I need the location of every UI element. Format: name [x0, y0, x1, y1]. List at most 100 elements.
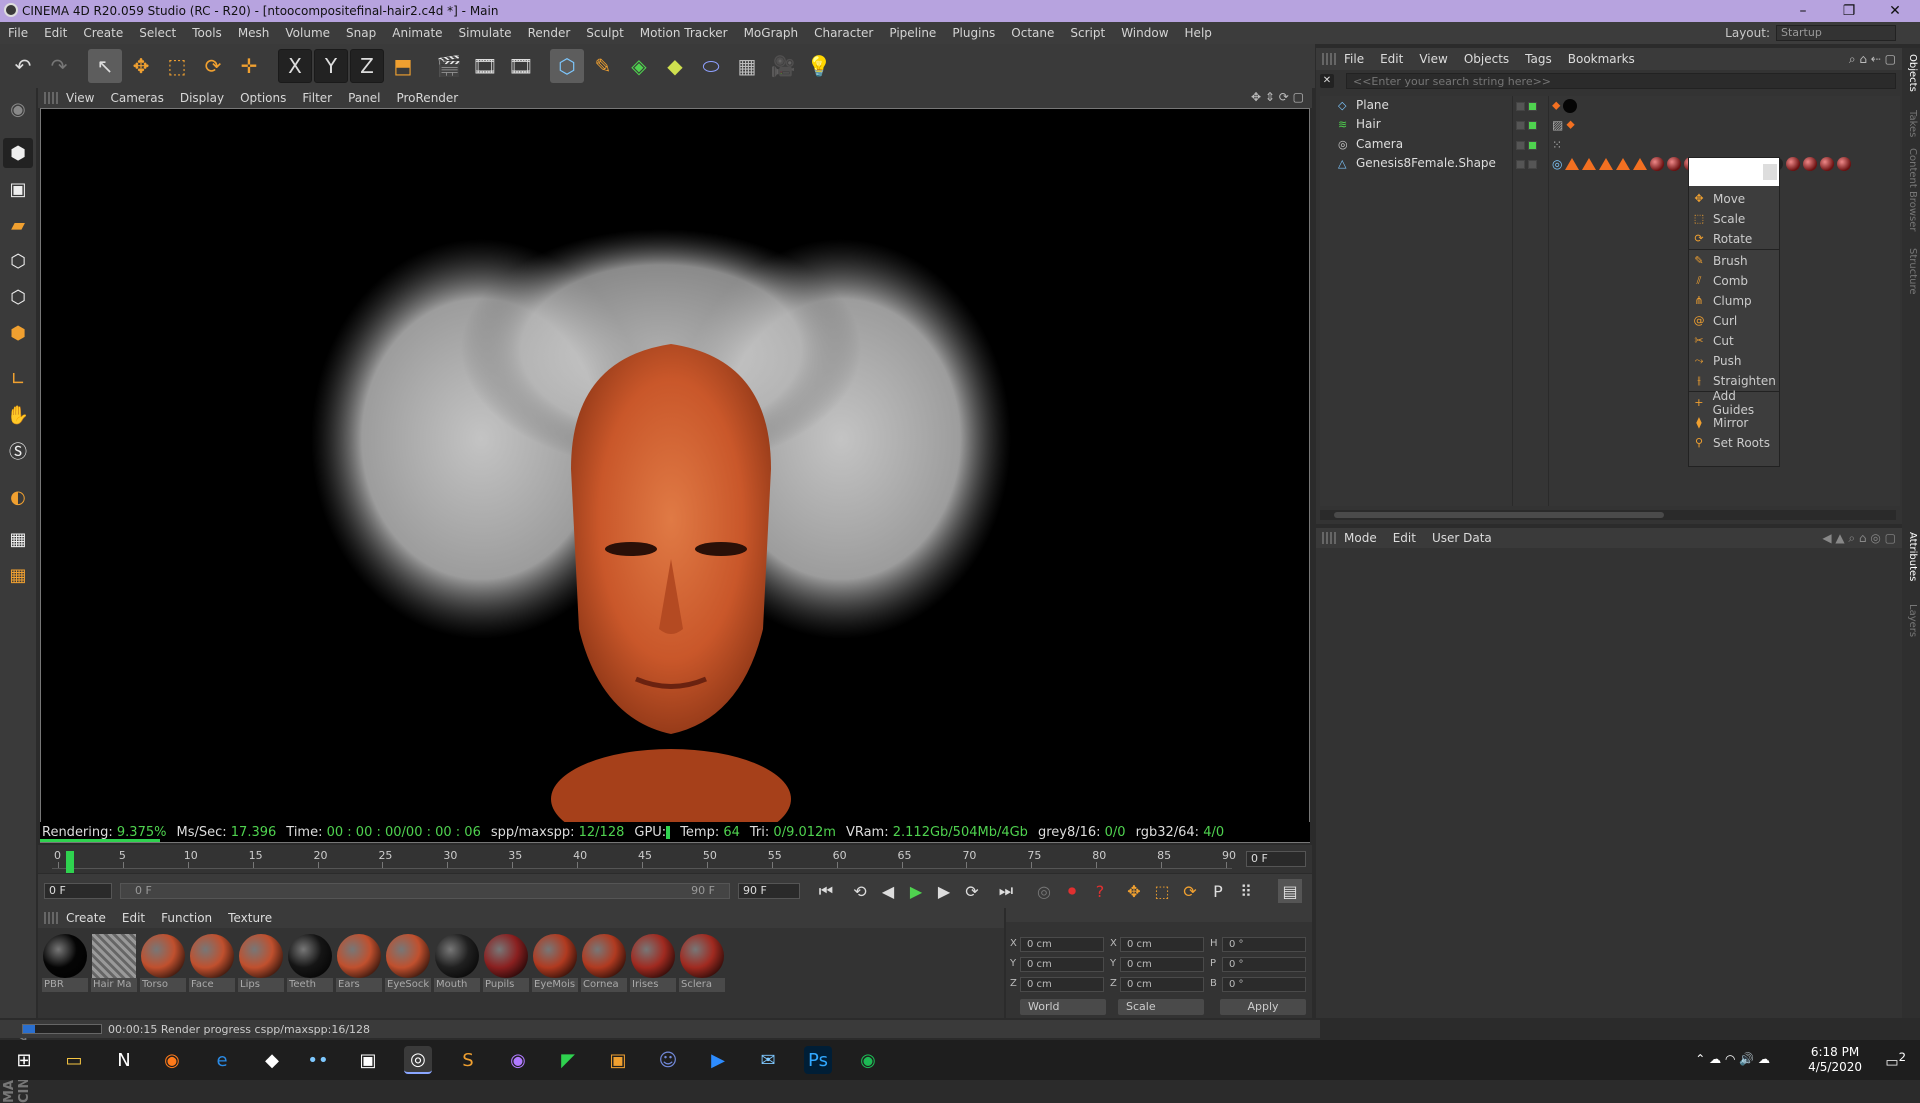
menu-mesh[interactable]: Mesh: [230, 26, 278, 40]
start-frame-field[interactable]: 0 F: [44, 883, 112, 899]
axis-mode-icon[interactable]: ∟: [3, 364, 33, 394]
render-picture-viewer-button[interactable]: 🎞: [468, 49, 502, 83]
hair-tool-push[interactable]: ⤳ Push: [1689, 351, 1779, 371]
material-menu-create[interactable]: Create: [58, 911, 114, 925]
system-tray-icons[interactable]: ⌃ ☁ ◠ 🔊 ☁: [1695, 1052, 1770, 1066]
points-mode-icon[interactable]: ⬡: [3, 246, 33, 276]
render-viewport[interactable]: [40, 108, 1310, 843]
lock-workplane-icon[interactable]: ▦: [3, 524, 33, 554]
visibility-toggles[interactable]: [1516, 100, 1542, 112]
menu-pipeline[interactable]: Pipeline: [881, 26, 944, 40]
menu-edit[interactable]: Edit: [36, 26, 75, 40]
menu-simulate[interactable]: Simulate: [451, 26, 520, 40]
panel-grip-icon[interactable]: [44, 92, 58, 104]
viewport-menu-filter[interactable]: Filter: [294, 91, 340, 105]
panel-grip-icon[interactable]: [1322, 532, 1336, 544]
coordinate-system-button[interactable]: ⬒: [386, 49, 420, 83]
spotify-icon[interactable]: ◉: [854, 1046, 882, 1074]
zoom-icon[interactable]: ▶: [704, 1046, 732, 1074]
start-menu-icon[interactable]: ⊞: [10, 1046, 38, 1074]
panel-grip-icon[interactable]: [1322, 53, 1336, 65]
minimize-button[interactable]: –: [1780, 0, 1826, 22]
hair-tool-comb[interactable]: ⫽ Comb: [1689, 271, 1779, 291]
app-icon[interactable]: ◉: [504, 1046, 532, 1074]
hair-tool-move[interactable]: ✥ Move: [1689, 189, 1779, 209]
position-key-icon[interactable]: ✥: [1122, 879, 1146, 903]
panel-grip-icon[interactable]: [44, 912, 58, 924]
attribute-menu-user-data[interactable]: User Data: [1424, 531, 1500, 545]
z-axis-lock-button[interactable]: Z: [350, 49, 384, 83]
menu-sculpt[interactable]: Sculpt: [578, 26, 631, 40]
menu-create[interactable]: Create: [75, 26, 131, 40]
live-selection-button[interactable]: ✛: [232, 49, 266, 83]
menu-motion-tracker[interactable]: Motion Tracker: [632, 26, 736, 40]
object-row-hair[interactable]: ≋ Hair ▨ ⬥: [1320, 115, 1900, 134]
hair-tool-set-roots[interactable]: ⚲ Set Roots: [1689, 433, 1779, 453]
coordinate-space-dropdown[interactable]: World: [1020, 999, 1106, 1015]
clock[interactable]: 6:18 PM 4/5/2020: [1808, 1045, 1862, 1075]
notification-center-icon[interactable]: ▭2: [1885, 1050, 1906, 1071]
material-swatch[interactable]: Torso: [140, 934, 186, 994]
position-y-field[interactable]: 0 cm: [1020, 957, 1104, 972]
object-row-plane[interactable]: ◇ Plane ⬥: [1320, 96, 1900, 115]
photoshop-icon[interactable]: Ps: [804, 1046, 832, 1074]
material-swatch[interactable]: Sclera: [679, 934, 725, 994]
viewport-nav-icons[interactable]: ✥ ⇕ ⟳ ▢: [1251, 90, 1304, 104]
snap-icon[interactable]: Ⓢ: [3, 436, 33, 466]
hair-tool-rotate[interactable]: ⟳ Rotate: [1689, 229, 1779, 249]
scrollbar-thumb[interactable]: [1334, 512, 1664, 518]
timeline[interactable]: 0 5 10 15 20 25 30 35 40 45 50 55 60 65 70 75 80 85 90 0 F: [38, 845, 1312, 873]
menu-snap[interactable]: Snap: [338, 26, 384, 40]
light-button[interactable]: 💡: [802, 49, 836, 83]
viewport-menu-prorender[interactable]: ProRender: [388, 91, 466, 105]
app-icon[interactable]: ••: [304, 1046, 332, 1074]
object-manager-tools-icon[interactable]: ⌕ ⌂ ⇠ ▢: [1849, 52, 1896, 67]
next-frame-button[interactable]: ▶: [932, 879, 956, 903]
current-frame-field[interactable]: 0 F: [1246, 851, 1306, 867]
position-x-field[interactable]: 0 cm: [1020, 937, 1104, 952]
tab-layers[interactable]: Layers: [1904, 604, 1918, 637]
object-menu-objects[interactable]: Objects: [1456, 52, 1517, 66]
close-button[interactable]: ✕: [1872, 0, 1918, 22]
y-axis-lock-button[interactable]: Y: [314, 49, 348, 83]
sublime-icon[interactable]: S: [454, 1046, 482, 1074]
hair-tool-curl[interactable]: @ Curl: [1689, 311, 1779, 331]
size-z-field[interactable]: 0 cm: [1120, 977, 1204, 992]
column-divider[interactable]: [1512, 96, 1513, 506]
timeline-window-icon[interactable]: ▤: [1278, 879, 1302, 903]
workplane-icon[interactable]: ▰: [3, 210, 33, 240]
rotation-b-field[interactable]: 0 °: [1222, 977, 1306, 992]
material-swatch[interactable]: Pupils: [483, 934, 529, 994]
object-tags[interactable]: ▨ ⬥: [1552, 116, 1575, 133]
go-to-end-button[interactable]: ⏭: [994, 879, 1018, 903]
firefox-icon[interactable]: ◉: [158, 1046, 186, 1074]
menu-volume[interactable]: Volume: [277, 26, 338, 40]
store-icon[interactable]: ▣: [354, 1046, 382, 1074]
menu-octane[interactable]: Octane: [1003, 26, 1062, 40]
tab-content-browser[interactable]: Content Browser: [1904, 148, 1918, 231]
visibility-toggles[interactable]: [1516, 139, 1542, 151]
attribute-menu-edit[interactable]: Edit: [1385, 531, 1424, 545]
size-x-field[interactable]: 0 cm: [1120, 937, 1204, 952]
record-active-objects-icon[interactable]: ◎: [1032, 879, 1056, 903]
material-swatch[interactable]: Hair Ma: [91, 934, 137, 994]
next-key-button[interactable]: ⟳: [960, 879, 984, 903]
material-swatch[interactable]: Irises: [630, 934, 676, 994]
rotation-key-icon[interactable]: ⟳: [1178, 879, 1202, 903]
discord-icon[interactable]: ☺: [654, 1046, 682, 1074]
menu-help[interactable]: Help: [1177, 26, 1220, 40]
floor-button[interactable]: ▦: [730, 49, 764, 83]
model-mode-icon[interactable]: ⬢: [3, 138, 33, 168]
viewport-menu-display[interactable]: Display: [172, 91, 232, 105]
material-swatch[interactable]: Mouth: [434, 934, 480, 994]
hair-tool-scale[interactable]: ⬚ Scale: [1689, 209, 1779, 229]
menu-script[interactable]: Script: [1062, 26, 1113, 40]
tab-takes[interactable]: Takes: [1904, 110, 1918, 137]
menu-character[interactable]: Character: [806, 26, 881, 40]
playhead[interactable]: [66, 851, 74, 873]
hair-tool-add-guides[interactable]: + Add Guides: [1689, 389, 1779, 417]
rotation-h-field[interactable]: 0 °: [1222, 937, 1306, 952]
menu-mograph[interactable]: MoGraph: [736, 26, 807, 40]
rotation-p-field[interactable]: 0 °: [1222, 957, 1306, 972]
hair-tool-straighten[interactable]: ⫲ Straighten: [1689, 371, 1779, 391]
